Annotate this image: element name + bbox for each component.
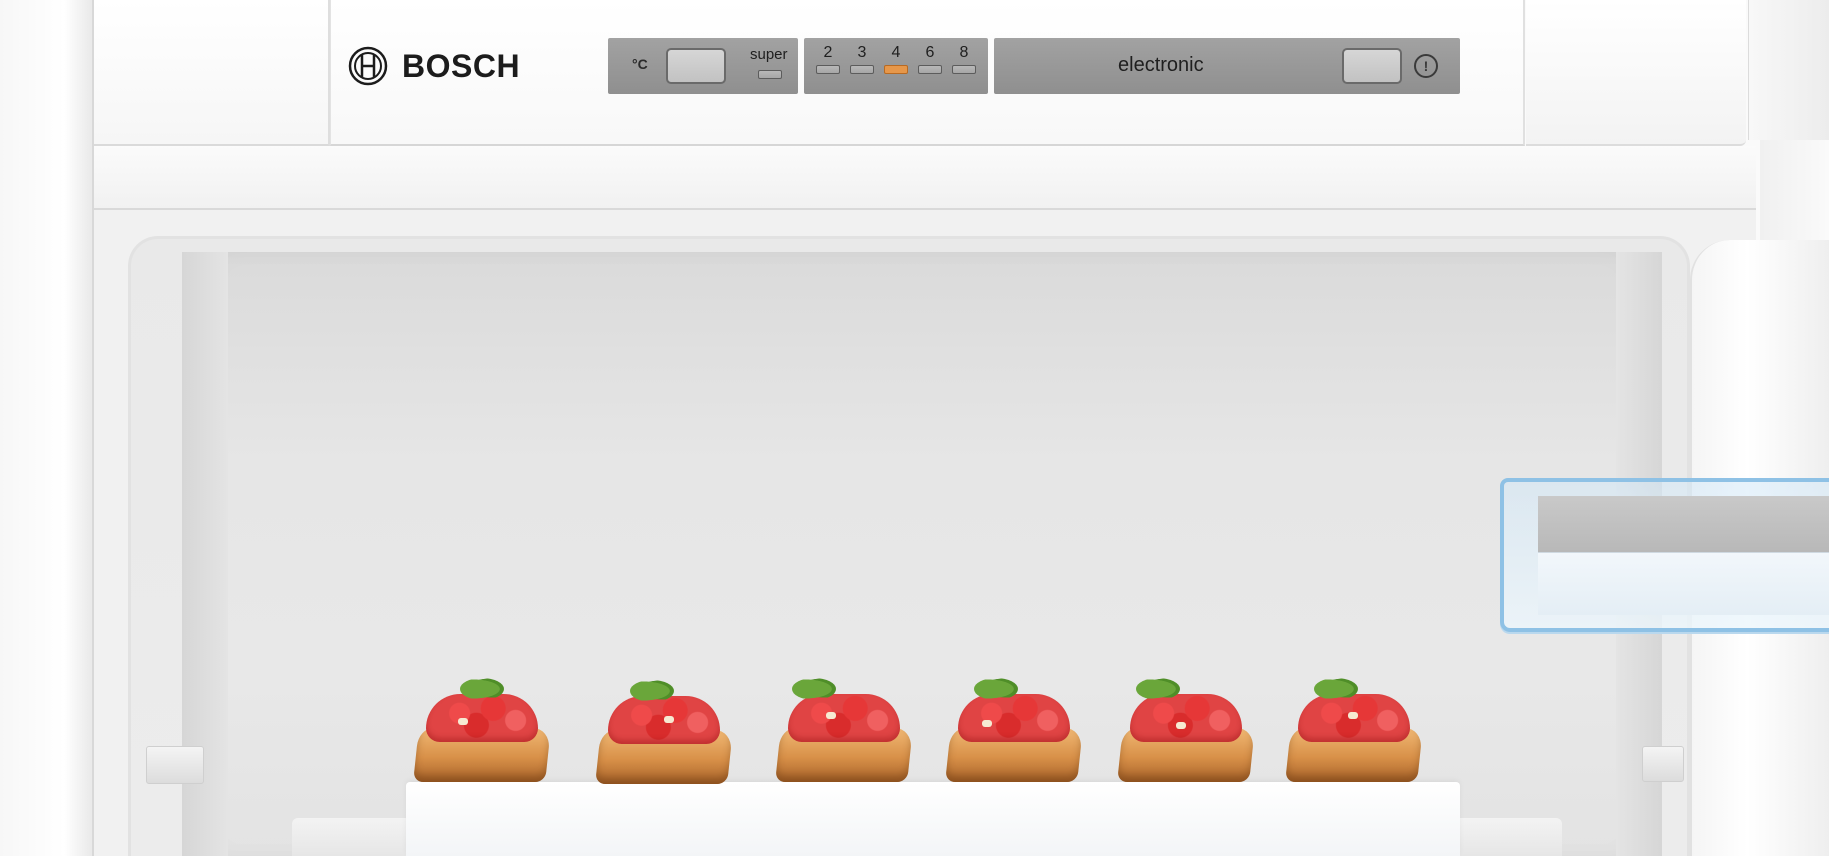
level-indicator: 4 xyxy=(882,44,910,74)
garlic-piece xyxy=(1348,712,1358,719)
basil-leaf xyxy=(974,678,1018,700)
level-label: 8 xyxy=(959,44,969,61)
temperature-button[interactable] xyxy=(666,48,726,84)
door-hinge-column xyxy=(1760,140,1829,240)
brand-logo: BOSCH xyxy=(348,46,520,86)
garlic-piece xyxy=(458,718,468,725)
tomato-topping xyxy=(788,694,900,742)
bruschetta xyxy=(1116,668,1256,788)
fridge-top-left-trim xyxy=(94,0,330,146)
fridge-scene: BOSCH °C super 2 3 4 6 8 electronic ! xyxy=(0,0,1829,856)
tomato-topping xyxy=(1130,694,1242,742)
level-indicator: 3 xyxy=(848,44,876,74)
garlic-piece xyxy=(664,716,674,723)
fridge-interior xyxy=(182,252,1662,856)
electronic-label: electronic xyxy=(1118,54,1204,76)
shelf-clip-right xyxy=(1642,746,1684,782)
level-led xyxy=(952,65,976,74)
basil-leaf xyxy=(460,678,504,700)
power-icon[interactable]: ! xyxy=(1414,54,1438,78)
super-indicator xyxy=(758,70,782,79)
fridge-top-right-trim xyxy=(1526,0,1746,146)
basil-leaf xyxy=(1314,678,1358,700)
door-bin-front xyxy=(1538,552,1829,615)
on-off-button[interactable] xyxy=(1342,48,1402,84)
garlic-piece xyxy=(1176,722,1186,729)
basil-leaf xyxy=(1136,678,1180,700)
temperature-group: °C super xyxy=(608,38,798,94)
fridge-door-top xyxy=(1748,0,1829,140)
shelf-clip-left xyxy=(146,746,204,784)
level-label: 4 xyxy=(891,44,901,61)
electronic-control-group: electronic ! xyxy=(994,38,1460,94)
level-led xyxy=(816,65,840,74)
bruschetta xyxy=(594,670,734,790)
garlic-piece xyxy=(826,712,836,719)
level-led xyxy=(918,65,942,74)
basil-leaf xyxy=(630,680,674,702)
level-indicator: 2 xyxy=(814,44,842,74)
door-bin-band xyxy=(1538,496,1829,552)
basil-leaf xyxy=(792,678,836,700)
garlic-piece xyxy=(982,720,992,727)
bruschetta xyxy=(944,668,1084,788)
temperature-unit-label: °C xyxy=(632,56,648,72)
tomato-topping xyxy=(958,694,1070,742)
fridge-ceiling-strip xyxy=(94,146,1756,210)
tomato-topping xyxy=(426,694,538,742)
bruschetta xyxy=(1284,668,1424,788)
level-indicator: 6 xyxy=(916,44,944,74)
level-label: 2 xyxy=(823,44,833,61)
bruschetta xyxy=(774,668,914,788)
level-label: 6 xyxy=(925,44,935,61)
super-label: super xyxy=(750,46,788,63)
level-indicator: 8 xyxy=(950,44,978,74)
brand-name: BOSCH xyxy=(402,47,521,84)
level-led xyxy=(850,65,874,74)
fridge-left-wall xyxy=(0,0,94,856)
level-label: 3 xyxy=(857,44,867,61)
serving-tray xyxy=(406,782,1460,856)
bruschetta xyxy=(412,668,552,788)
temperature-levels: 2 3 4 6 8 xyxy=(804,38,988,94)
bosch-armature-icon xyxy=(348,46,388,86)
level-led-active xyxy=(884,65,908,74)
